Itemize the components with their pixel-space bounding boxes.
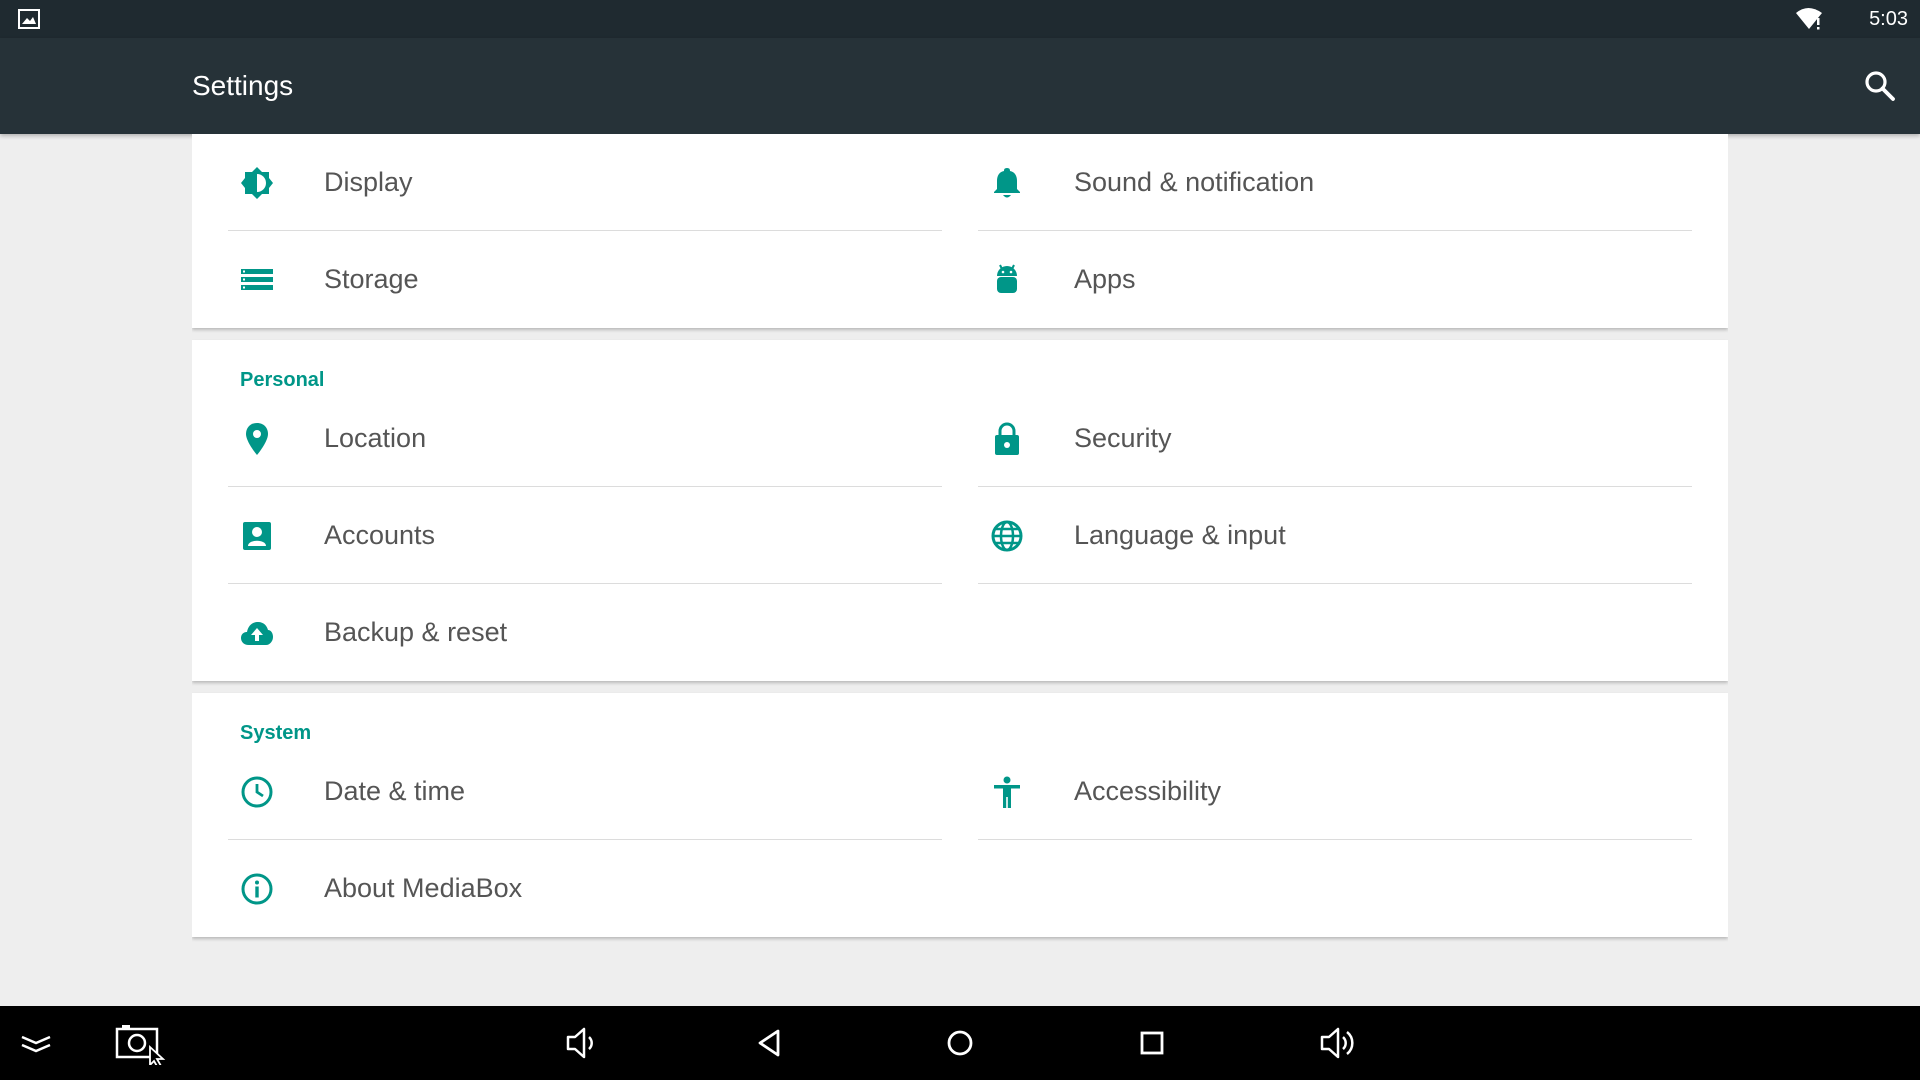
gallery-icon bbox=[18, 9, 40, 29]
settings-card-device: Display Sound & notification Storage App… bbox=[192, 134, 1728, 328]
screenshot-icon[interactable] bbox=[114, 1021, 174, 1065]
settings-item-label: About MediaBox bbox=[324, 873, 523, 903]
account-icon bbox=[243, 522, 271, 550]
settings-item-sound[interactable]: Sound & notification bbox=[978, 134, 1692, 231]
accessibility-icon bbox=[994, 776, 1020, 808]
settings-item-label: Location bbox=[324, 422, 427, 453]
settings-item-label: Sound & notification bbox=[1074, 166, 1315, 197]
cloud-upload-icon bbox=[241, 622, 273, 645]
settings-item-label: Accounts bbox=[324, 519, 436, 550]
settings-item-label: Accessibility bbox=[1074, 775, 1222, 806]
settings-item-storage[interactable]: Storage bbox=[228, 231, 942, 328]
bell-icon bbox=[994, 168, 1020, 198]
lock-icon bbox=[995, 422, 1019, 455]
android-icon bbox=[997, 264, 1017, 293]
back-icon[interactable] bbox=[748, 1021, 792, 1065]
info-icon bbox=[241, 873, 273, 905]
settings-item-label: Storage bbox=[324, 264, 419, 294]
settings-item-accessibility[interactable]: Accessibility bbox=[978, 743, 1692, 840]
settings-item-label: Apps bbox=[1074, 264, 1136, 294]
settings-item-language[interactable]: Language & input bbox=[978, 487, 1692, 584]
status-bar: 5:03 bbox=[0, 0, 1920, 38]
status-clock: 5:03 bbox=[1869, 8, 1908, 30]
search-icon[interactable] bbox=[1862, 68, 1898, 104]
home-icon[interactable] bbox=[938, 1021, 982, 1065]
volume-up-icon[interactable] bbox=[1316, 1021, 1360, 1065]
settings-item-label: Security bbox=[1074, 422, 1172, 453]
volume-down-icon[interactable] bbox=[560, 1021, 604, 1065]
settings-item-label: Backup & reset bbox=[324, 617, 508, 647]
settings-item-about[interactable]: About MediaBox bbox=[228, 840, 942, 937]
hide-bar-icon[interactable] bbox=[14, 1021, 58, 1065]
settings-item-security[interactable]: Security bbox=[978, 390, 1692, 487]
wifi-icon bbox=[1796, 8, 1822, 30]
navigation-bar bbox=[0, 1006, 1920, 1080]
settings-item-accounts[interactable]: Accounts bbox=[228, 487, 942, 584]
settings-item-display[interactable]: Display bbox=[228, 134, 942, 231]
settings-card-system: System Date & time Accessibility About M… bbox=[192, 693, 1728, 937]
settings-item-label: Date & time bbox=[324, 775, 466, 806]
settings-item-date-time[interactable]: Date & time bbox=[228, 743, 942, 840]
app-bar: Settings bbox=[0, 38, 1920, 134]
brightness-icon bbox=[241, 167, 273, 199]
storage-icon bbox=[241, 269, 273, 290]
page-title: Settings bbox=[192, 70, 294, 101]
settings-item-label: Display bbox=[324, 166, 413, 197]
settings-item-label: Language & input bbox=[1074, 519, 1286, 550]
settings-card-personal: Personal Location Security Accounts Lang… bbox=[192, 340, 1728, 681]
settings-item-location[interactable]: Location bbox=[228, 390, 942, 487]
settings-list: Display Sound & notification Storage App… bbox=[192, 134, 1728, 1006]
clock-icon bbox=[241, 776, 273, 808]
settings-item-apps[interactable]: Apps bbox=[978, 231, 1692, 328]
recents-icon[interactable] bbox=[1130, 1021, 1174, 1065]
location-pin-icon bbox=[246, 423, 268, 455]
settings-item-backup[interactable]: Backup & reset bbox=[228, 584, 942, 681]
globe-icon bbox=[991, 520, 1023, 552]
